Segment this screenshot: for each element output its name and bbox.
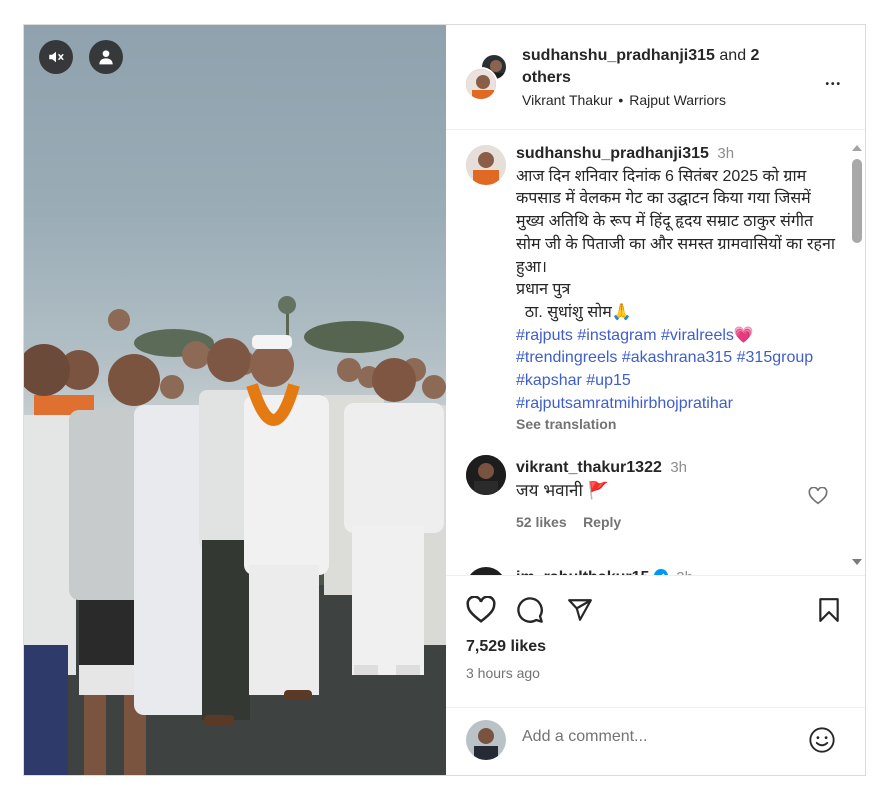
and-text: and <box>719 47 747 64</box>
avatar <box>466 720 506 760</box>
media-photo <box>24 296 446 775</box>
avatar <box>464 67 498 101</box>
tagged-users-button[interactable] <box>89 40 123 74</box>
comment: im_rahulthakur15 3h <box>516 567 836 575</box>
collab-avatars[interactable] <box>464 53 510 101</box>
hashtag-link[interactable]: #rajputs <box>516 327 573 344</box>
more-options-button[interactable]: ••• <box>825 67 842 93</box>
post-header: sudhanshu_pradhanji315 and 2 others Vikr… <box>446 25 865 130</box>
comment-avatar[interactable] <box>466 455 506 495</box>
hashtag-link[interactable]: #akashrana315 <box>622 349 732 366</box>
post-owner-line: sudhanshu_pradhanji315 and 2 others <box>522 45 792 89</box>
scrollbar-thumb[interactable] <box>852 159 862 243</box>
likes-count[interactable]: 7,529 likes <box>466 638 546 656</box>
user-tag-icon <box>99 50 113 65</box>
owner-username-link[interactable]: sudhanshu_pradhanji315 <box>522 47 715 64</box>
comment-icon[interactable] <box>516 596 544 624</box>
post-time[interactable]: 3 hours ago <box>466 665 540 681</box>
hashtag-link[interactable]: #up15 <box>586 372 631 389</box>
more-icon: ••• <box>825 79 842 90</box>
post-actions: 7,529 likes 3 hours ago Add a comment... <box>446 575 865 775</box>
comment-likes[interactable]: 52 likes <box>516 514 567 530</box>
comment-like-button[interactable] <box>808 486 828 510</box>
caption-time[interactable]: 3h <box>717 145 734 162</box>
caption: sudhanshu_pradhanji315 3h आज दिन शनिवार … <box>516 143 836 436</box>
mute-button[interactable] <box>39 40 73 74</box>
hashtag-link[interactable]: #trendingreels <box>516 349 617 366</box>
heart-icon[interactable] <box>466 596 496 624</box>
comment-time[interactable]: 3h <box>670 459 687 476</box>
see-translation-button[interactable]: See translation <box>516 413 836 436</box>
heart-icon <box>808 486 828 505</box>
collaborator-link[interactable]: Vikrant Thakur <box>522 92 613 108</box>
caption-avatar[interactable] <box>466 145 506 185</box>
share-icon[interactable] <box>566 597 594 623</box>
comment: vikrant_thakur1322 3h जय भवानी 🚩 52 like… <box>516 457 836 535</box>
scroll-up-icon[interactable] <box>848 143 866 153</box>
mute-icon <box>49 51 64 63</box>
caption-username[interactable]: sudhanshu_pradhanji315 <box>516 145 709 162</box>
caption-text: आज दिन शनिवार दिनांक 6 सितंबर 2025 को ग्… <box>516 167 836 276</box>
emoji-icon[interactable] <box>808 726 836 754</box>
post-side-panel: sudhanshu_pradhanji315 and 2 others Vikr… <box>446 25 866 775</box>
audio-link[interactable]: Rajput Warriors <box>629 92 726 108</box>
separator-dot: • <box>618 92 624 108</box>
caption-hashtags: #rajputs #instagram #viralreels💗 #trendi… <box>516 325 816 416</box>
hashtag-link[interactable]: #rajputsamratmihirbhojpratihar <box>516 395 733 412</box>
heart-emoji: 💗 <box>733 326 754 344</box>
post-media[interactable] <box>24 25 446 775</box>
hashtag-link[interactable]: #kapshar <box>516 372 582 389</box>
comment-text: जय भवानी <box>516 480 583 500</box>
hashtag-link[interactable]: #instagram <box>577 327 656 344</box>
hashtag-link[interactable]: #315group <box>737 349 814 366</box>
comment-avatar[interactable] <box>466 567 506 575</box>
flag-emoji: 🚩 <box>587 480 609 500</box>
post-dialog: sudhanshu_pradhanji315 and 2 others Vikr… <box>23 24 866 776</box>
add-comment-bar: Add a comment... <box>446 707 865 769</box>
comments-list[interactable]: sudhanshu_pradhanji315 3h आज दिन शनिवार … <box>446 131 865 575</box>
hashtag-link[interactable]: #viralreels <box>661 327 734 344</box>
caption-line-3: ठा. सुधांशु सोम🙏 <box>516 303 632 321</box>
caption-line-2: प्रधान पुत्र <box>516 281 571 299</box>
comment-username[interactable]: vikrant_thakur1322 <box>516 459 662 476</box>
scroll-down-icon[interactable] <box>848 557 866 567</box>
post-subtitle: Vikrant Thakur • Rajput Warriors <box>522 92 726 108</box>
add-comment-input[interactable]: Add a comment... <box>522 728 647 746</box>
reply-button[interactable]: Reply <box>583 514 621 530</box>
comments-scrollbar[interactable] <box>848 143 866 575</box>
bookmark-icon[interactable] <box>816 596 842 624</box>
